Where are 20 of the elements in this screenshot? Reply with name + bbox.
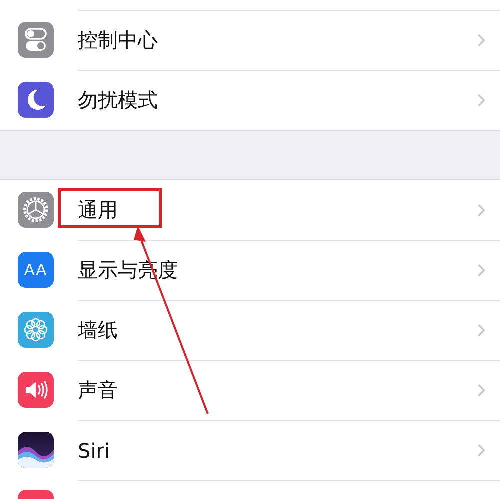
chevron-icon [477,263,486,278]
settings-item[interactable]: 勿扰模式 [78,87,158,114]
settings-item[interactable]: Siri [78,438,110,462]
settings-item[interactable]: 声音 [78,377,118,404]
settings-icon [18,192,54,228]
text-size-icon: AA [18,252,54,288]
flower-icon [18,312,54,348]
settings-item[interactable]: 控制中心 [78,27,158,54]
settings-item[interactable]: 墙纸 [78,317,118,344]
chevron-icon [477,33,486,48]
speaker-icon [18,372,54,408]
siri-icon [18,432,54,468]
toggles-icon [18,22,54,58]
chevron-icon [477,443,486,458]
chevron-icon [477,93,486,108]
chevron-icon [477,383,486,398]
settings-item[interactable]: 通用 [78,196,118,224]
moon-icon [18,82,54,118]
chevron-icon [477,323,486,338]
chevron-icon [477,202,486,218]
